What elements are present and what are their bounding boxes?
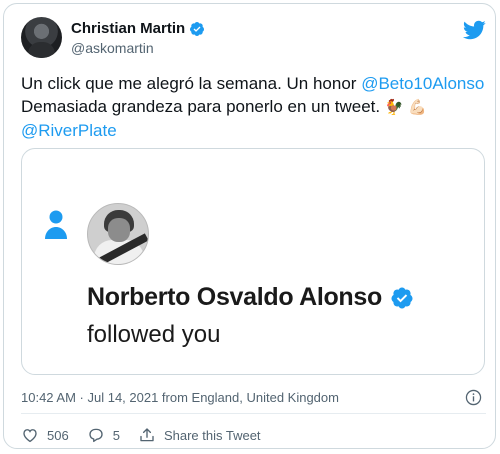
follower-avatar [87,203,149,265]
share-icon [140,428,154,442]
tweet-actions: 506 5 Share this Tweet [21,426,279,444]
verified-badge-icon [190,21,205,36]
like-count: 506 [47,427,69,443]
reply-bubble-icon [89,428,103,443]
reply-button[interactable]: 5 [87,426,120,444]
tweet-text-part1: Un click que me alegró la semana. Un hon… [21,74,362,93]
tweet-media-image[interactable]: Norberto Osvaldo Alonso followed you [21,148,485,375]
tweet-card: Christian Martin @askomartin Un click qu… [3,3,496,449]
info-icon[interactable] [465,389,482,406]
rooster-emoji: 🐓 [384,98,404,116]
mention-beto10alonso-link[interactable]: @Beto10Alonso [361,74,484,93]
share-button[interactable]: Share this Tweet [138,426,261,444]
follower-name-row: Norberto Osvaldo Alonso [87,283,414,312]
reply-count: 5 [112,427,120,443]
flexed-biceps-emoji: 💪🏻 [408,98,427,116]
verified-badge-icon [391,287,413,308]
divider [21,413,486,414]
tweet-text: Un click que me alegró la semana. Un hon… [21,72,486,142]
mention-riverplate-link[interactable]: @RiverPlate [21,121,117,140]
follower-name: Norberto Osvaldo Alonso [87,283,382,311]
person-icon [45,210,67,239]
heart-icon [23,429,37,443]
author-name[interactable]: Christian Martin [71,20,185,37]
followed-you-text: followed you [87,321,221,348]
author-handle[interactable]: @askomartin [71,40,154,56]
follow-notification-screenshot: Norberto Osvaldo Alonso followed you [28,157,478,367]
author-avatar[interactable] [21,17,62,58]
like-button[interactable]: 506 [21,426,69,444]
author-name-row: Christian Martin [71,20,205,37]
tweet-text-part2: Demasiada grandeza para ponerlo en un tw… [21,97,385,116]
tweet-timestamp[interactable]: 10:42 AM · Jul 14, 2021 from England, Un… [21,390,339,405]
share-label: Share this Tweet [163,427,261,443]
twitter-bird-icon[interactable] [462,18,486,42]
